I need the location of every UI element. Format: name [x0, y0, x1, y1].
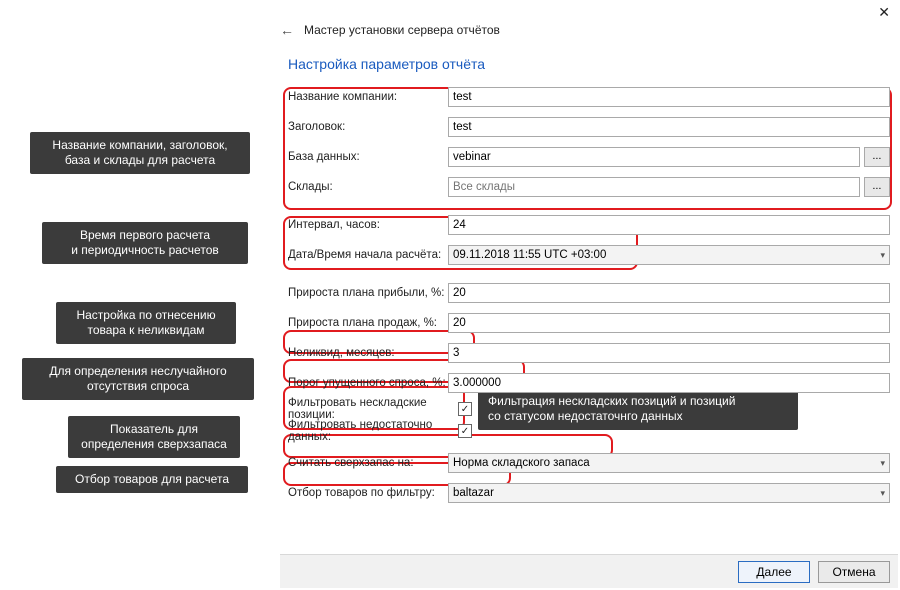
annotation-interval: Время первого расчетаи периодичность рас…	[42, 222, 248, 264]
section-title: Настройка параметров отчёта	[288, 56, 894, 72]
label-missed: Порог упущенного спроса, %:	[288, 377, 448, 389]
label-goods-filter: Отбор товаров по фильтру:	[288, 487, 448, 499]
select-start-datetime[interactable]: 09.11.2018 11:55 UTC +03:00	[448, 245, 890, 265]
next-button[interactable]: Далее	[738, 561, 810, 583]
cancel-button[interactable]: Отмена	[818, 561, 890, 583]
input-header[interactable]	[448, 117, 890, 137]
annotation-illiquid: Настройка по отнесениютовара к неликвида…	[56, 302, 236, 344]
annotation-company: Название компании, заголовок,база и скла…	[30, 132, 250, 174]
wizard-title: Мастер установки сервера отчётов	[304, 23, 500, 37]
select-goods-filter[interactable]: baltazar	[448, 483, 890, 503]
input-interval[interactable]	[448, 215, 890, 235]
checkbox-filter-nonstock[interactable]: ✓	[458, 402, 472, 416]
input-profit[interactable]	[448, 283, 890, 303]
input-company[interactable]	[448, 87, 890, 107]
annotation-missed: Для определения неслучайногоотсутствия с…	[22, 358, 254, 400]
annotation-filter: Отбор товаров для расчета	[56, 466, 248, 493]
input-sales[interactable]	[448, 313, 890, 333]
label-db: База данных:	[288, 151, 448, 163]
annotation-overstock: Показатель дляопределения сверхзапаса	[68, 416, 240, 458]
label-start: Дата/Время начала расчёта:	[288, 249, 448, 261]
checkbox-filter-lowdata[interactable]: ✓	[458, 424, 472, 438]
label-warehouses: Склады:	[288, 181, 448, 193]
label-header: Заголовок:	[288, 121, 448, 133]
label-filter-lowdata: Фильтровать недостаточно данных:	[288, 419, 458, 443]
input-warehouses[interactable]	[448, 177, 860, 197]
browse-db-button[interactable]: ...	[864, 147, 890, 167]
label-interval: Интервал, часов:	[288, 219, 448, 231]
close-icon[interactable]: ✕	[878, 4, 890, 21]
footer-bar: Далее Отмена	[280, 554, 898, 588]
label-company: Название компании:	[288, 91, 448, 103]
input-missed[interactable]	[448, 373, 890, 393]
label-sales: Прироста плана продаж, %:	[288, 317, 448, 329]
back-icon[interactable]: ←	[280, 22, 294, 38]
input-illiquid[interactable]	[448, 343, 890, 363]
label-profit: Прироста плана прибыли, %:	[288, 287, 448, 299]
label-filter-nonstock: Фильтровать нескладские позиции:	[288, 397, 458, 421]
browse-warehouses-button[interactable]: ...	[864, 177, 890, 197]
label-illiquid: Неликвид, месяцев:	[288, 347, 448, 359]
input-db[interactable]	[448, 147, 860, 167]
select-overstock[interactable]: Норма складского запаса	[448, 453, 890, 473]
label-overstock: Считать сверхзапас на:	[288, 457, 448, 469]
